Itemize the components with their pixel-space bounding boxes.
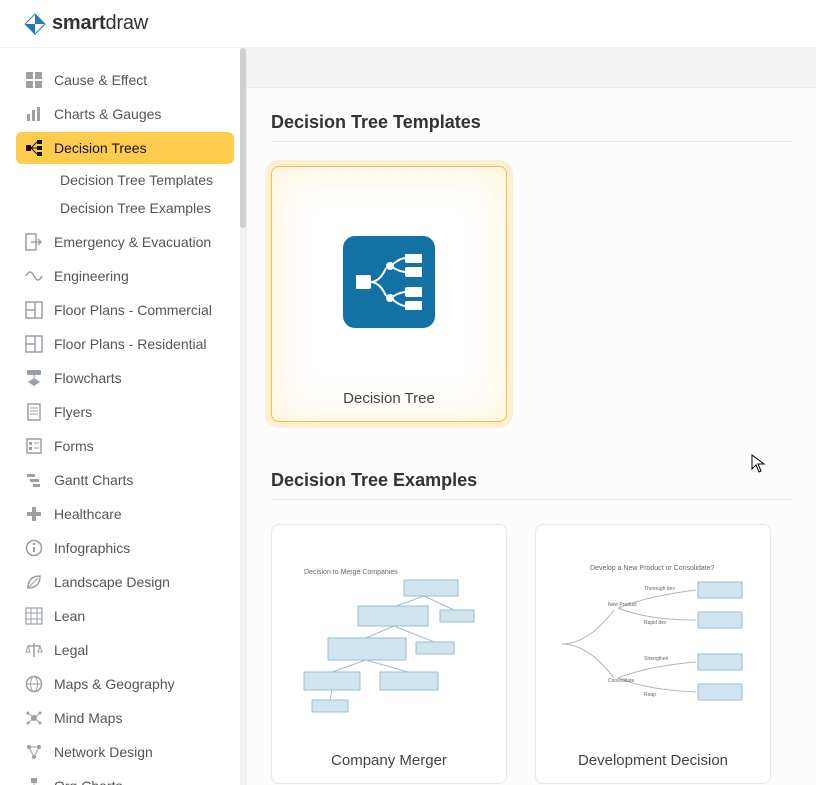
sidebar-item-label: Forms	[54, 438, 94, 454]
sidebar-item-mind-maps[interactable]: Mind Maps	[16, 702, 234, 734]
sidebar-item-flyers[interactable]: Flyers	[16, 396, 234, 428]
plus-icon	[24, 504, 44, 524]
examples-heading: Decision Tree Examples	[271, 470, 792, 491]
sidebar-item-label: Lean	[54, 608, 85, 624]
floor-icon	[24, 334, 44, 354]
sidebar-subitem-decision-tree-examples[interactable]: Decision Tree Examples	[56, 194, 234, 222]
sidebar-item-label: Maps & Geography	[54, 676, 175, 692]
svg-text:Consolidate: Consolidate	[608, 678, 635, 684]
thumb-title: Decision to Merge Companies	[304, 569, 398, 576]
sidebar-item-infographics[interactable]: Infographics	[16, 532, 234, 564]
sidebar-item-label: Floor Plans - Commercial	[54, 302, 212, 318]
sidebar-item-landscape-design[interactable]: Landscape Design	[16, 566, 234, 598]
sidebar-item-label: Cause & Effect	[54, 72, 147, 88]
divider	[271, 499, 792, 500]
template-card-label: Decision Tree	[343, 382, 435, 407]
template-card-decision-tree[interactable]: Decision Tree	[271, 166, 507, 422]
sidebar-item-healthcare[interactable]: Healthcare	[16, 498, 234, 530]
main-toolbar	[247, 48, 816, 88]
decision-tree-icon	[343, 236, 435, 328]
tree-icon	[24, 138, 44, 158]
category-sidebar: Cause & Effect Charts & Gauges Decision Tr…	[0, 48, 247, 785]
thumb-title: Develop a New Product or Consolidate?	[590, 565, 715, 572]
templates-heading: Decision Tree Templates	[271, 112, 792, 133]
svg-text:Rapid dev: Rapid dev	[644, 620, 667, 626]
sidebar-item-label: Engineering	[54, 268, 129, 284]
sidebar-item-flowcharts[interactable]: Flowcharts	[16, 362, 234, 394]
example-thumbnail: Decision to Merge Companies	[272, 525, 506, 744]
svg-text:Strengthen: Strengthen	[644, 656, 669, 662]
sidebar-item-label: Infographics	[54, 540, 130, 556]
example-card-development-decision[interactable]: Develop a New Product or Consolidate?	[535, 524, 771, 784]
org-icon	[24, 776, 44, 785]
sidebar-item-label: Network Design	[54, 744, 153, 760]
example-thumbnail: Develop a New Product or Consolidate?	[536, 525, 770, 744]
leaf-icon	[24, 572, 44, 592]
sidebar-item-label: Org Charts	[54, 778, 122, 785]
grid-icon	[24, 70, 44, 90]
sidebar-item-decision-trees[interactable]: Decision Trees	[16, 132, 234, 164]
svg-text:New Product: New Product	[608, 602, 637, 608]
svg-text:Reap: Reap	[644, 692, 656, 698]
bar-icon	[24, 104, 44, 124]
scale-icon	[24, 640, 44, 660]
sidebar-item-org-charts[interactable]: Org Charts	[16, 770, 234, 785]
form-icon	[24, 436, 44, 456]
sidebar-item-label: Charts & Gauges	[54, 106, 161, 122]
sidebar-item-gantt-charts[interactable]: Gantt Charts	[16, 464, 234, 496]
sidebar-scrollbar-track[interactable]	[240, 48, 246, 785]
floor-icon	[24, 300, 44, 320]
sidebar-item-forms[interactable]: Forms	[16, 430, 234, 462]
example-card-label: Company Merger	[272, 744, 506, 783]
grid2-icon	[24, 606, 44, 626]
brand-logo[interactable]: smartdraw	[24, 12, 148, 35]
sidebar-item-engineering[interactable]: Engineering	[16, 260, 234, 292]
mind-icon	[24, 708, 44, 728]
sidebar-item-label: Legal	[54, 642, 88, 658]
sidebar-item-maps-geography[interactable]: Maps & Geography	[16, 668, 234, 700]
brand-text: smartdraw	[52, 12, 148, 35]
sidebar-item-legal[interactable]: Legal	[16, 634, 234, 666]
sidebar-item-label: Flyers	[54, 404, 92, 420]
sidebar-item-network-design[interactable]: Network Design	[16, 736, 234, 768]
sidebar-item-label: Healthcare	[54, 506, 122, 522]
sidebar-item-label: Landscape Design	[54, 574, 170, 590]
sidebar-item-emergency-evacuation[interactable]: Emergency & Evacuation	[16, 226, 234, 258]
sidebar-item-cause-effect[interactable]: Cause & Effect	[16, 64, 234, 96]
gantt-icon	[24, 470, 44, 490]
globe-icon	[24, 674, 44, 694]
sidebar-item-label: Mind Maps	[54, 710, 122, 726]
example-card-label: Development Decision	[536, 744, 770, 783]
app-header: smartdraw	[0, 0, 816, 48]
wave-icon	[24, 266, 44, 286]
main-panel: Decision Tree Templates	[247, 48, 816, 785]
net-icon	[24, 742, 44, 762]
divider	[271, 141, 792, 142]
exit-icon	[24, 232, 44, 252]
sidebar-item-floor-plans-residential[interactable]: Floor Plans - Residential	[16, 328, 234, 360]
sidebar-item-label: Flowcharts	[54, 370, 122, 386]
svg-text:Thorough dev: Thorough dev	[644, 586, 675, 592]
sidebar-scrollbar-thumb[interactable]	[240, 48, 246, 228]
info-icon	[24, 538, 44, 558]
flow-icon	[24, 368, 44, 388]
doc-icon	[24, 402, 44, 422]
sidebar-item-lean[interactable]: Lean	[16, 600, 234, 632]
sidebar-item-charts-gauges[interactable]: Charts & Gauges	[16, 98, 234, 130]
sidebar-item-label: Floor Plans - Residential	[54, 336, 207, 352]
sidebar-subitem-decision-tree-templates[interactable]: Decision Tree Templates	[56, 166, 234, 194]
sidebar-item-label: Emergency & Evacuation	[54, 234, 211, 250]
sidebar-item-label: Gantt Charts	[54, 472, 133, 488]
brand-mark-icon	[24, 13, 46, 35]
sidebar-item-floor-plans-commercial[interactable]: Floor Plans - Commercial	[16, 294, 234, 326]
sidebar-item-label: Decision Trees	[54, 140, 147, 156]
example-card-company-merger[interactable]: Decision to Merge Companies	[271, 524, 507, 784]
